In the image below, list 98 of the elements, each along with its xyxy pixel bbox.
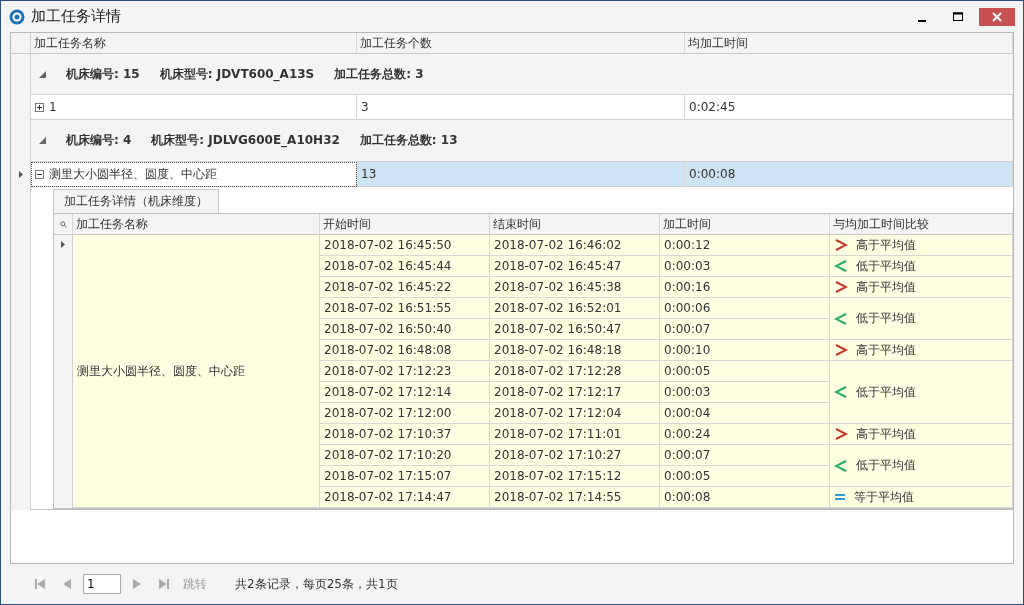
group-row[interactable]: 机床编号: 15 机床型号: JDVT600_A13S 加工任务总数: 3 — [31, 54, 1013, 95]
app-logo-icon — [9, 8, 25, 25]
comparison-cell: 高于平均值 — [830, 340, 1013, 361]
greater-than-icon — [834, 238, 848, 252]
start-time-cell: 2018-07-02 17:15:07 — [320, 466, 490, 487]
collapse-icon[interactable] — [35, 169, 44, 179]
group-row[interactable]: 机床编号: 4 机床型号: JDLVG600E_A10H32 加工任务总数: 13 — [31, 120, 1013, 162]
start-time-cell: 2018-07-02 16:45:44 — [320, 256, 490, 277]
duration-cell: 0:00:03 — [660, 256, 830, 277]
start-time-cell: 2018-07-02 17:12:14 — [320, 382, 490, 403]
maximize-icon — [953, 12, 963, 21]
duration-cell: 0:00:08 — [660, 487, 830, 508]
group-field: 加工任务总数: 3 — [334, 65, 424, 83]
row-indicator-icon — [61, 241, 65, 248]
less-than-icon — [834, 458, 848, 473]
end-time-cell: 2018-07-02 17:14:55 — [490, 487, 660, 508]
collapse-triangle-icon[interactable] — [39, 137, 46, 144]
greater-than-icon — [834, 280, 848, 294]
expand-icon[interactable] — [35, 102, 44, 112]
group-field: 机床编号: 4 — [66, 132, 132, 149]
average-time-cell: 0:02:45 — [685, 95, 1013, 120]
end-time-cell: 2018-07-02 17:12:28 — [490, 361, 660, 382]
column-header[interactable]: 加工任务个数 — [357, 33, 685, 54]
page-field[interactable]: 1 — [83, 574, 121, 594]
start-time-cell: 2018-07-02 17:12:00 — [320, 403, 490, 424]
duration-cell: 0:00:12 — [660, 235, 830, 256]
end-time-cell: 2018-07-02 16:50:47 — [490, 319, 660, 340]
row-indicator-icon — [18, 171, 23, 178]
less-than-icon — [834, 311, 848, 326]
task-name-cell[interactable]: 测里大小圆半径、圆度、中心距 — [31, 162, 357, 187]
task-count-cell: 3 — [357, 95, 685, 120]
duration-cell: 0:00:06 — [660, 298, 830, 319]
comparison-cell: 高于平均值 — [830, 277, 1013, 298]
end-time-cell: 2018-07-02 16:45:47 — [490, 256, 660, 277]
end-time-cell: 2018-07-02 16:48:18 — [490, 340, 660, 361]
close-button[interactable] — [979, 7, 1015, 26]
comparison-cell: 低于平均值 — [830, 256, 1013, 277]
column-header[interactable]: 加工任务名称 — [31, 33, 357, 54]
column-header[interactable]: 加工时间 — [660, 214, 830, 235]
less-than-icon — [834, 385, 848, 399]
greater-than-icon — [834, 427, 848, 441]
task-name-cell[interactable]: 1 — [31, 95, 357, 120]
column-header[interactable]: 加工任务名称 — [73, 214, 320, 235]
column-header[interactable]: 开始时间 — [320, 214, 490, 235]
record-info: 共2条记录，每页25条，共1页 — [235, 575, 398, 593]
group-field: 机床型号: JDLVG600E_A10H32 — [151, 132, 340, 149]
start-time-cell: 2018-07-02 17:10:20 — [320, 445, 490, 466]
duration-cell: 0:00:24 — [660, 424, 830, 445]
task-count-cell: 13 — [357, 162, 685, 187]
end-time-cell: 2018-07-02 17:11:01 — [490, 424, 660, 445]
duration-cell: 0:00:10 — [660, 340, 830, 361]
end-time-cell: 2018-07-02 16:45:38 — [490, 277, 660, 298]
column-header[interactable]: 均加工时间 — [685, 33, 1013, 54]
comparison-cell: 低于平均值 — [830, 361, 1013, 424]
task-name: 测里大小圆半径、圆度、中心距 — [49, 165, 217, 183]
column-header[interactable]: 结束时间 — [490, 214, 660, 235]
end-time-cell: 2018-07-02 17:12:04 — [490, 403, 660, 424]
comparison-cell: 等于平均值 — [830, 487, 1013, 508]
end-time-cell: 2018-07-02 17:15:12 — [490, 466, 660, 487]
start-time-cell: 2018-07-02 16:51:55 — [320, 298, 490, 319]
end-time-cell: 2018-07-02 17:10:27 — [490, 445, 660, 466]
duration-cell: 0:00:04 — [660, 403, 830, 424]
window-title: 加工任务详情 — [31, 7, 122, 26]
start-time-cell: 2018-07-02 17:14:47 — [320, 487, 490, 508]
less-than-icon — [834, 259, 848, 273]
duration-cell: 0:00:03 — [660, 382, 830, 403]
end-time-cell: 2018-07-02 16:46:02 — [490, 235, 660, 256]
task-name: 1 — [49, 100, 57, 114]
comparison-cell: 低于平均值 — [830, 298, 1013, 340]
column-header[interactable]: 与均加工时间比较 — [830, 214, 1013, 235]
equals-icon — [834, 493, 846, 501]
close-icon — [992, 11, 1002, 22]
start-time-cell: 2018-07-02 17:10:37 — [320, 424, 490, 445]
comparison-cell: 高于平均值 — [830, 424, 1013, 445]
group-field: 机床编号: 15 — [66, 65, 140, 83]
end-time-cell: 2018-07-02 16:52:01 — [490, 298, 660, 319]
group-field: 机床型号: JDVT600_A13S — [159, 65, 315, 83]
task-name-cell: 测里大小圆半径、圆度、中心距 — [73, 235, 320, 508]
duration-cell: 0:00:05 — [660, 361, 830, 382]
start-time-cell: 2018-07-02 17:12:23 — [320, 361, 490, 382]
start-time-cell: 2018-07-02 16:45:50 — [320, 235, 490, 256]
duration-cell: 0:00:05 — [660, 466, 830, 487]
comparison-cell: 低于平均值 — [830, 445, 1013, 487]
start-time-cell: 2018-07-02 16:45:22 — [320, 277, 490, 298]
start-time-cell: 2018-07-02 16:48:08 — [320, 340, 490, 361]
duration-cell: 0:00:07 — [660, 319, 830, 340]
average-time-cell: 0:00:08 — [685, 162, 1013, 187]
group-field: 加工任务总数: 13 — [359, 132, 458, 149]
minimize-icon — [918, 19, 926, 22]
collapse-triangle-icon[interactable] — [39, 70, 46, 78]
comparison-cell: 高于平均值 — [830, 235, 1013, 256]
greater-than-icon — [834, 343, 848, 357]
start-time-cell: 2018-07-02 16:50:40 — [320, 319, 490, 340]
duration-cell: 0:00:07 — [660, 445, 830, 466]
search-icon[interactable] — [59, 220, 67, 228]
end-time-cell: 2018-07-02 17:12:17 — [490, 382, 660, 403]
duration-cell: 0:00:16 — [660, 277, 830, 298]
detail-tab[interactable]: 加工任务详情（机床维度） — [53, 189, 219, 213]
